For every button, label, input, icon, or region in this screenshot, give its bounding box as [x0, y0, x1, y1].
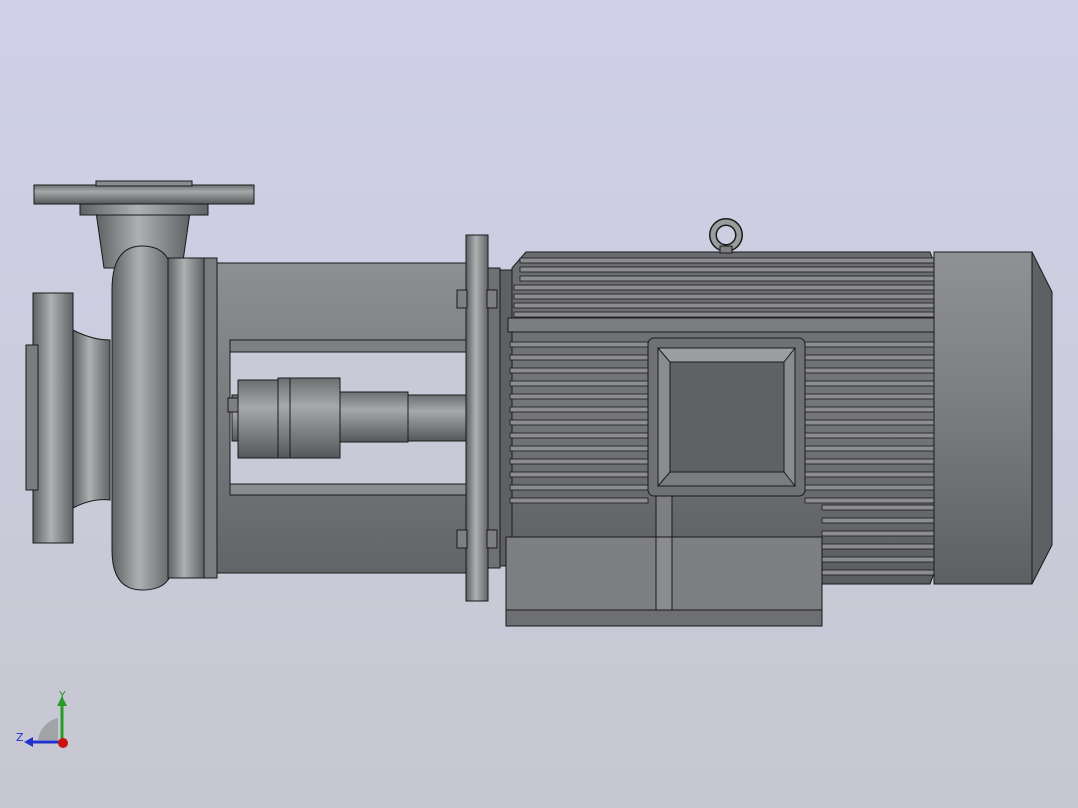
motor-base[interactable]	[505, 536, 823, 627]
cooling-fin	[509, 380, 649, 387]
cooling-fin	[804, 484, 935, 491]
cooling-fin	[804, 419, 935, 426]
z-axis-label: Z	[16, 731, 24, 744]
cooling-fin	[519, 266, 935, 273]
cooling-fin	[519, 257, 935, 264]
motor-end-cap[interactable]	[933, 251, 1053, 585]
cooling-fin	[509, 445, 649, 452]
cooling-fin	[821, 517, 935, 524]
cooling-fin	[509, 484, 649, 491]
cooling-fin	[509, 458, 649, 465]
cooling-fin	[519, 275, 935, 282]
cooling-fin	[509, 432, 649, 439]
suction-flange[interactable]	[25, 292, 111, 544]
cooling-fin	[509, 341, 649, 348]
cooling-fin	[804, 393, 935, 400]
y-axis-label: Y	[59, 689, 66, 702]
cooling-fin	[509, 471, 649, 478]
cooling-fin	[509, 393, 649, 400]
cooling-fin	[804, 367, 935, 374]
orientation-triad[interactable]: Y Z	[12, 686, 76, 752]
volute-casing[interactable]	[111, 245, 218, 591]
cooling-fin	[804, 445, 935, 452]
cooling-fin	[804, 380, 935, 387]
cooling-fin	[513, 302, 935, 309]
cooling-fin	[804, 341, 935, 348]
cooling-fin	[509, 406, 649, 413]
cooling-fin	[821, 530, 935, 537]
3d-viewport[interactable]: Y Z	[0, 0, 1078, 808]
pump-model[interactable]	[0, 0, 1078, 808]
cooling-fin	[509, 367, 649, 374]
cooling-fin	[513, 311, 935, 318]
cooling-fin	[509, 497, 649, 504]
cooling-fin	[513, 293, 935, 300]
cooling-fin	[821, 543, 935, 550]
cooling-fin	[804, 458, 935, 465]
cooling-fin	[509, 354, 649, 361]
cooling-fin	[804, 432, 935, 439]
cooling-fin	[804, 406, 935, 413]
cooling-fin	[821, 504, 935, 511]
cooling-fin	[804, 354, 935, 361]
cooling-fin	[509, 419, 649, 426]
cooling-fin	[821, 569, 935, 576]
cooling-fin	[513, 284, 935, 291]
cooling-fin	[804, 497, 935, 504]
cooling-fin	[821, 556, 935, 563]
bearing-bracket[interactable]	[215, 262, 469, 574]
cooling-fin	[804, 471, 935, 478]
lifting-eye[interactable]	[709, 218, 743, 254]
